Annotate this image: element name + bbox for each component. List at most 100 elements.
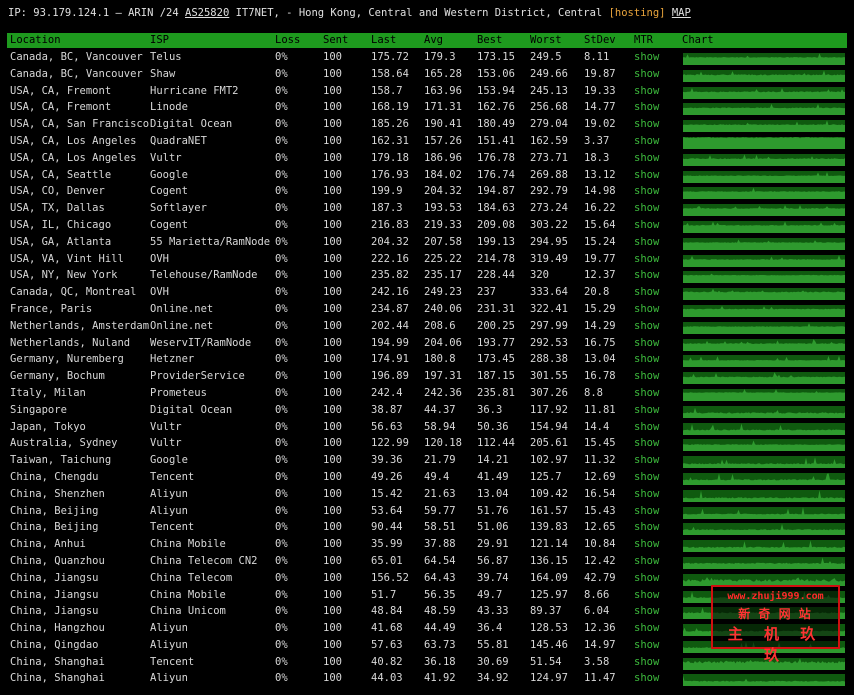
mtr-show-link[interactable]: show — [634, 202, 659, 214]
cell-last: 174.91 — [371, 353, 409, 366]
cell-loss: 0% — [275, 605, 288, 618]
mtr-show-link[interactable]: show — [634, 236, 659, 248]
mtr-show-link[interactable]: show — [634, 269, 659, 281]
cell-worst: 319.49 — [530, 252, 568, 265]
cell-sent: 100 — [323, 655, 342, 668]
table-row: Netherlands, Amsterdam Online.net 0% 100 202… — [7, 318, 847, 335]
ip-info-line: IP: 93.179.124.1 – ARIN /24 AS25820 IT7N… — [8, 7, 691, 19]
mtr-show-link[interactable]: show — [634, 118, 659, 130]
cell-isp: Cogent — [150, 218, 188, 231]
cell-best: 237 — [477, 286, 496, 299]
mtr-show-link[interactable]: show — [634, 85, 659, 97]
cell-sent: 100 — [323, 51, 342, 63]
mtr-show-link[interactable]: show — [634, 639, 659, 651]
cell-avg: 48.59 — [424, 605, 456, 618]
cell-best: 200.25 — [477, 319, 515, 332]
cell-worst: 136.15 — [530, 554, 568, 567]
mtr-show-link[interactable]: show — [634, 219, 659, 231]
latency-sparkline — [683, 86, 845, 99]
mtr-show-link[interactable]: show — [634, 387, 659, 399]
cell-avg: 207.58 — [424, 235, 462, 248]
mtr-show-link[interactable]: show — [634, 622, 659, 634]
cell-best: 151.41 — [477, 134, 515, 147]
mtr-show-link[interactable]: show — [634, 605, 659, 617]
mtr-show-link[interactable]: show — [634, 421, 659, 433]
mtr-show-link[interactable]: show — [634, 471, 659, 483]
cell-avg: 64.54 — [424, 554, 456, 567]
mtr-show-link[interactable]: show — [634, 555, 659, 567]
mtr-show-link[interactable]: show — [634, 253, 659, 265]
cell-best: 228.44 — [477, 269, 515, 282]
mtr-show-link[interactable]: show — [634, 437, 659, 449]
header-best: Best — [477, 34, 503, 46]
cell-avg: 59.77 — [424, 504, 456, 517]
table-row: Canada, BC, Vancouver Shaw 0% 100 158.64 165.… — [7, 66, 847, 83]
cell-best: 36.4 — [477, 622, 503, 635]
table-row: USA, CA, Seattle Google 0% 100 176.93 184.02 1… — [7, 167, 847, 184]
cell-stdev: 15.64 — [584, 218, 616, 231]
cell-location: USA, NY, New York — [10, 269, 118, 282]
mtr-show-link[interactable]: show — [634, 454, 659, 466]
cell-isp: Softlayer — [150, 202, 207, 215]
mtr-show-link[interactable]: show — [634, 488, 659, 500]
cell-sent: 100 — [323, 151, 342, 164]
cell-stdev: 16.75 — [584, 336, 616, 349]
cell-worst: 102.97 — [530, 454, 568, 467]
cell-worst: 109.42 — [530, 487, 568, 500]
cell-stdev: 14.29 — [584, 319, 616, 332]
cell-isp: Cogent — [150, 185, 188, 198]
mtr-show-link[interactable]: show — [634, 538, 659, 550]
cell-sent: 100 — [323, 134, 342, 147]
asn-link[interactable]: AS25820 — [185, 7, 229, 19]
mtr-show-link[interactable]: show — [634, 135, 659, 147]
mtr-show-link[interactable]: show — [634, 521, 659, 533]
mtr-show-link[interactable]: show — [634, 303, 659, 315]
mtr-show-link[interactable]: show — [634, 286, 659, 298]
cell-loss: 0% — [275, 202, 288, 215]
cell-best: 56.87 — [477, 554, 509, 567]
cell-isp: Hurricane FMT2 — [150, 84, 239, 97]
cell-isp: Shaw — [150, 67, 176, 80]
mtr-show-link[interactable]: show — [634, 370, 659, 382]
mtr-show-link[interactable]: show — [634, 320, 659, 332]
mtr-show-link[interactable]: show — [634, 353, 659, 365]
cell-worst: 333.64 — [530, 286, 568, 299]
cell-isp: Aliyun — [150, 672, 188, 685]
table-row: Germany, Nuremberg Hetzner 0% 100 174.91 180.… — [7, 351, 847, 368]
mtr-show-link[interactable]: show — [634, 101, 659, 113]
cell-sent: 100 — [323, 286, 342, 299]
cell-best: 231.31 — [477, 302, 515, 315]
cell-location: China, Chengdu — [10, 470, 99, 483]
cell-isp: Tencent — [150, 470, 195, 483]
cell-best: 55.81 — [477, 638, 509, 651]
cell-loss: 0% — [275, 588, 288, 601]
cell-stdev: 11.32 — [584, 454, 616, 467]
latency-sparkline — [683, 120, 845, 133]
cell-stdev: 8.11 — [584, 51, 610, 63]
mtr-show-link[interactable]: show — [634, 589, 659, 601]
map-link[interactable]: MAP — [672, 7, 691, 19]
cell-sent: 100 — [323, 67, 342, 80]
table-row: Netherlands, Nuland WeservIT/RamNode 0% 100… — [7, 335, 847, 352]
cell-worst: 154.94 — [530, 420, 568, 433]
cell-sent: 100 — [323, 504, 342, 517]
mtr-show-link[interactable]: show — [634, 152, 659, 164]
cell-worst: 162.59 — [530, 134, 568, 147]
latency-sparkline — [683, 237, 845, 250]
mtr-show-link[interactable]: show — [634, 505, 659, 517]
cell-best: 50.36 — [477, 420, 509, 433]
mtr-show-link[interactable]: show — [634, 68, 659, 80]
cell-avg: 235.17 — [424, 269, 462, 282]
mtr-show-link[interactable]: show — [634, 656, 659, 668]
mtr-show-link[interactable]: show — [634, 337, 659, 349]
latency-sparkline — [683, 472, 845, 485]
cell-location: USA, CA, San Francisco — [10, 118, 150, 131]
watermark-line2: 新 奇 网 站 — [738, 607, 813, 621]
mtr-show-link[interactable]: show — [634, 185, 659, 197]
cell-avg: 63.73 — [424, 638, 456, 651]
mtr-show-link[interactable]: show — [634, 572, 659, 584]
mtr-show-link[interactable]: show — [634, 672, 659, 684]
mtr-show-link[interactable]: show — [634, 404, 659, 416]
mtr-show-link[interactable]: show — [634, 169, 659, 181]
mtr-show-link[interactable]: show — [634, 51, 659, 63]
